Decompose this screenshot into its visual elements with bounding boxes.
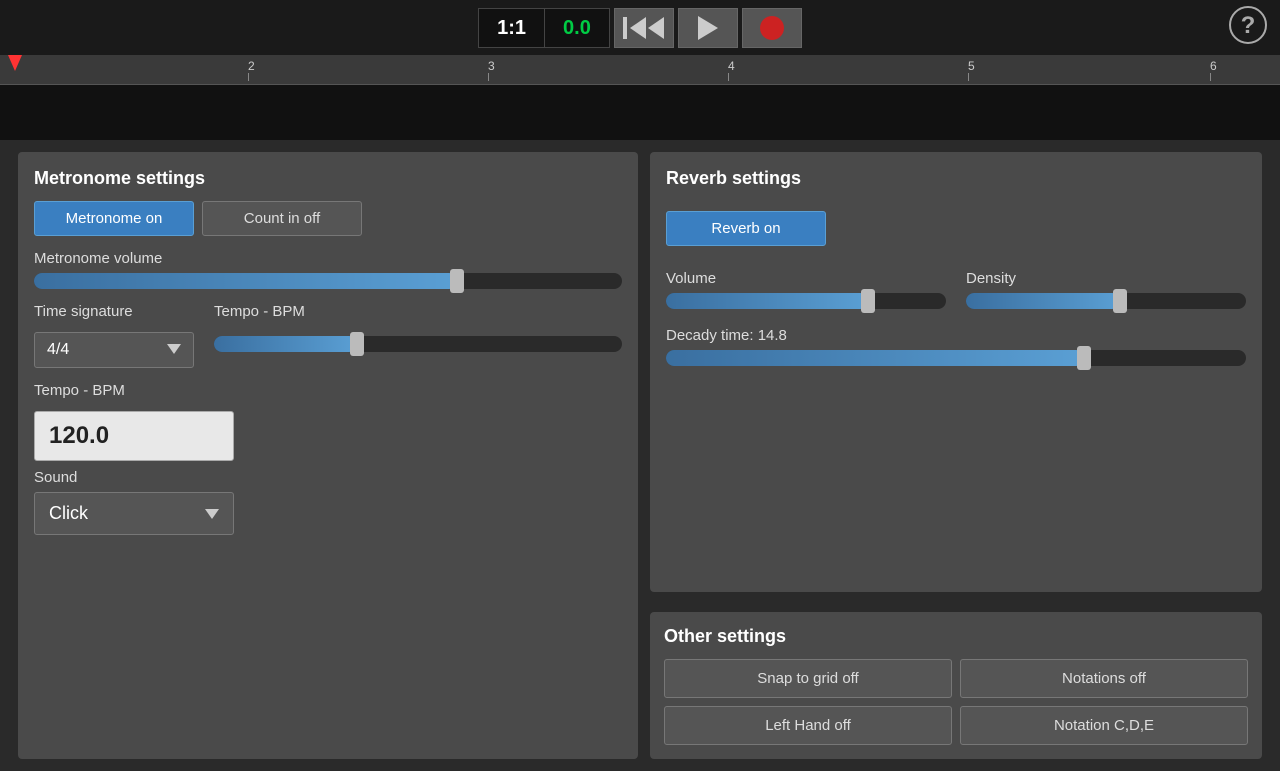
reverb-volume-slider[interactable] [666, 293, 946, 309]
sound-group: Sound Click [34, 469, 622, 535]
time-sig-label: Time signature [34, 303, 194, 320]
right-side: Reverb settings Reverb on Volume Density [650, 152, 1262, 759]
reverb-decay-thumb[interactable] [1077, 346, 1091, 370]
time-sig-select[interactable]: 4/4 [34, 332, 194, 368]
metronome-volume-slider[interactable] [34, 273, 622, 289]
reverb-title: Reverb settings [666, 168, 1246, 189]
reverb-volume-label: Volume [666, 270, 946, 287]
rewind-icon [623, 17, 664, 39]
tempo-slider-fill [214, 336, 357, 352]
left-hand-button[interactable]: Left Hand off [664, 706, 952, 745]
other-settings-grid: Snap to grid off Notations off Left Hand… [664, 659, 1248, 745]
svg-text:?: ? [1241, 12, 1256, 39]
tempo-slider-thumb[interactable] [350, 332, 364, 356]
transport-center: 1:1 0.0 [478, 8, 802, 48]
reverb-decay-slider[interactable] [666, 350, 1246, 366]
ruler-mark-3: 3 [488, 59, 495, 73]
reverb-decay-container: Decady time: 14.8 [666, 327, 1246, 374]
notations-button[interactable]: Notations off [960, 659, 1248, 698]
play-icon [698, 16, 718, 40]
reverb-toggle-button[interactable]: Reverb on [666, 211, 826, 246]
bpm-slider-group: Tempo - BPM [214, 303, 622, 352]
reverb-decay-label: Decady time: 14.8 [666, 327, 1246, 344]
play-button[interactable] [678, 8, 738, 48]
reverb-volume-col: Volume [666, 270, 946, 317]
record-button[interactable] [742, 8, 802, 48]
time-sig-arrow-icon [159, 341, 181, 359]
top-bar: 1:1 0.0 ? [0, 0, 1280, 55]
metronome-panel: Metronome settings Metronome on Count in… [18, 152, 638, 759]
metronome-toggle-button[interactable]: Metronome on [34, 201, 194, 236]
metronome-title: Metronome settings [34, 168, 622, 189]
ruler-mark-5: 5 [968, 59, 975, 73]
notation-cde-button[interactable]: Notation C,D,E [960, 706, 1248, 745]
tempo-label-right: Tempo - BPM [214, 303, 622, 320]
timeline-ruler: 2 3 4 5 6 [0, 55, 1280, 85]
bpm-input-group: Tempo - BPM [34, 382, 622, 461]
metronome-volume-thumb[interactable] [450, 269, 464, 293]
metronome-volume-container: Metronome volume [34, 250, 622, 289]
ruler-mark-4: 4 [728, 59, 735, 73]
tempo-bpm-slider[interactable] [214, 336, 622, 352]
metronome-volume-fill [34, 273, 457, 289]
reverb-decay-fill [666, 350, 1084, 366]
sound-value: Click [49, 503, 88, 524]
main-content: Metronome settings Metronome on Count in… [0, 140, 1280, 771]
time-position: 1:1 [479, 8, 545, 48]
playhead [8, 55, 22, 71]
reverb-btn-row: Reverb on [666, 211, 1246, 246]
time-display: 1:1 0.0 [478, 8, 610, 48]
sound-label: Sound [34, 469, 622, 486]
time-sig-group: Time signature 4/4 [34, 303, 194, 368]
snap-to-grid-button[interactable]: Snap to grid off [664, 659, 952, 698]
bpm-input[interactable] [34, 411, 234, 461]
other-settings-title: Other settings [664, 626, 1248, 647]
reverb-density-thumb[interactable] [1113, 289, 1127, 313]
other-settings-panel: Other settings Snap to grid off Notation… [650, 612, 1262, 759]
tempo-bpm-label: Tempo - BPM [34, 382, 622, 399]
reverb-density-fill [966, 293, 1120, 309]
time-value: 0.0 [545, 8, 609, 48]
reverb-volume-thumb[interactable] [861, 289, 875, 313]
reverb-density-col: Density [966, 270, 1246, 317]
metronome-btn-row: Metronome on Count in off [34, 201, 622, 236]
sound-arrow-icon [197, 503, 219, 524]
reverb-volume-fill [666, 293, 868, 309]
help-button[interactable]: ? [1226, 6, 1270, 50]
time-sig-value: 4/4 [47, 341, 69, 359]
metronome-volume-label: Metronome volume [34, 250, 622, 267]
reverb-density-label: Density [966, 270, 1246, 287]
time-sig-bpm-row: Time signature 4/4 Tempo - BPM [34, 303, 622, 368]
record-icon [760, 16, 784, 40]
rewind-button[interactable] [614, 8, 674, 48]
help-icon: ? [1228, 5, 1268, 50]
ruler-mark-6: 6 [1210, 59, 1217, 73]
gear-button[interactable] [10, 6, 54, 50]
ruler-mark-2: 2 [248, 59, 255, 73]
count-in-button[interactable]: Count in off [202, 201, 362, 236]
arrangement-area [0, 85, 1280, 140]
sound-select[interactable]: Click [34, 492, 234, 535]
reverb-sliders-row: Volume Density [666, 270, 1246, 317]
reverb-panel: Reverb settings Reverb on Volume Density [650, 152, 1262, 592]
reverb-density-slider[interactable] [966, 293, 1246, 309]
